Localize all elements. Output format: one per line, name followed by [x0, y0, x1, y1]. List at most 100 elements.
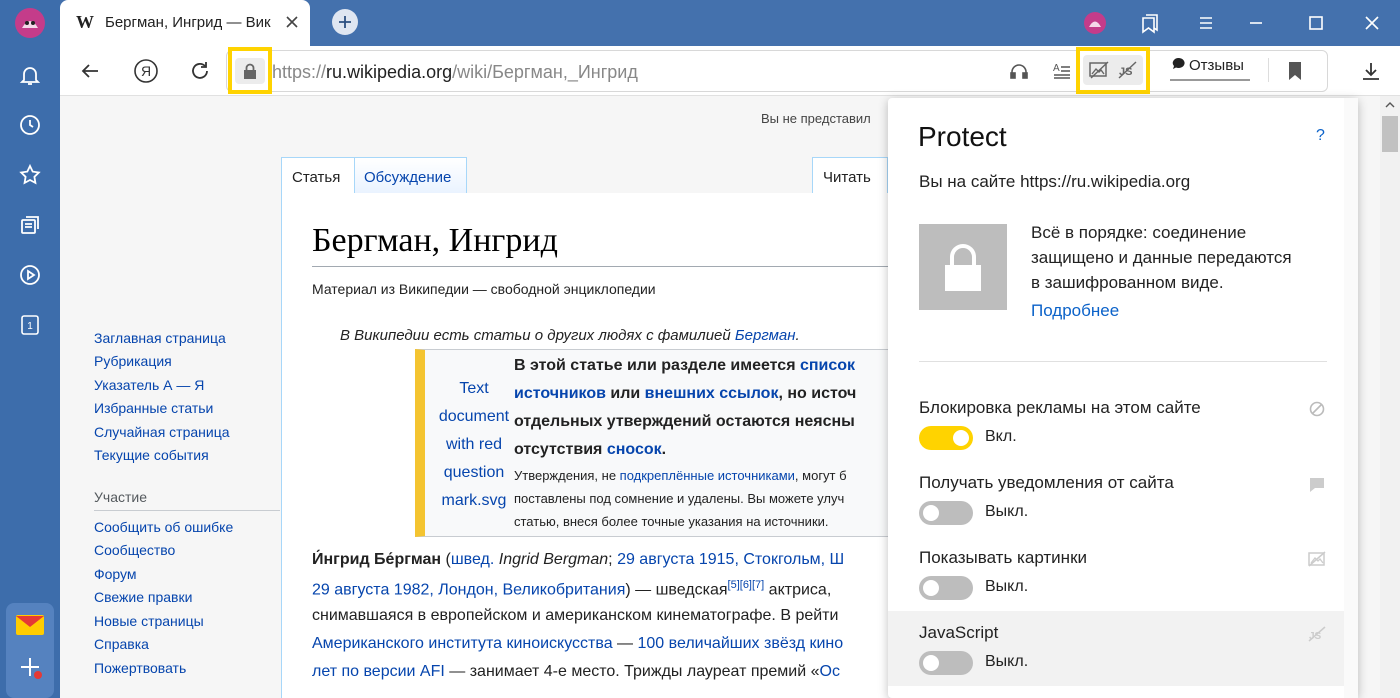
setting-notifications-label: Получать уведомления от сайта: [919, 473, 1174, 492]
mail-icon[interactable]: [15, 610, 45, 640]
tab-close-icon[interactable]: [282, 12, 302, 32]
tab-article[interactable]: Статья: [281, 157, 355, 194]
maximize-icon[interactable]: [1304, 11, 1328, 35]
body-link[interactable]: Лондон: [438, 581, 493, 598]
reload-icon[interactable]: [185, 56, 215, 86]
body-link[interactable]: Американского института киноискусства: [312, 635, 613, 652]
notice-small-2: поставлены под сомнение и удалены. Вы мо…: [514, 491, 845, 506]
history-clock-icon[interactable]: [15, 110, 45, 140]
notice-link[interactable]: сносок: [607, 441, 662, 458]
tab-discussion[interactable]: Обсуждение: [355, 157, 467, 194]
hatnote-link[interactable]: Бергман: [735, 327, 796, 344]
collections-icon[interactable]: [15, 210, 45, 240]
sidebar-link[interactable]: Пожертвовать: [94, 660, 186, 676]
setting-javascript-toggle[interactable]: [919, 651, 973, 675]
sidebar-link[interactable]: Избранные статьи: [94, 400, 213, 416]
bookmarks-panel-icon[interactable]: [1138, 11, 1162, 35]
reviews-button[interactable]: Отзывы: [1170, 55, 1250, 81]
favorites-star-icon[interactable]: [15, 160, 45, 190]
subject-name: И́нгрид Бе́ргман: [312, 551, 442, 568]
body-link[interactable]: 100 величайших звёзд кино: [637, 635, 843, 652]
sidebar-link[interactable]: Сообщество: [94, 542, 175, 558]
tab-strip: W Бергман, Ингрид — Вик: [60, 0, 1400, 46]
body-link[interactable]: Великобритания: [502, 581, 625, 598]
notice-small-1: Утверждения, не подкреплённые источникам…: [514, 468, 847, 483]
notice-alt-line: mark.svg: [441, 492, 507, 509]
tab-read[interactable]: Читать: [812, 157, 888, 194]
body-line-3: снимавшаяся в европейском и американском…: [312, 607, 839, 624]
notice-link[interactable]: подкреплённые источниками: [620, 468, 795, 483]
setting-images-toggle[interactable]: [919, 576, 973, 600]
page-title: Бергман, Ингрид: [312, 222, 558, 259]
image-icon: [1308, 551, 1326, 572]
sidebar-link[interactable]: Форум: [94, 566, 137, 582]
yandex-alice-avatar-icon[interactable]: [1083, 11, 1107, 35]
hatnote: В Википедии есть статьи о других людях с…: [340, 327, 800, 344]
references[interactable]: [5][6][7]: [728, 579, 765, 591]
address-url[interactable]: https://ru.wikipedia.org/wiki/Бергман,_И…: [272, 62, 638, 83]
tab-favicon: W: [76, 12, 94, 32]
sidebar-link[interactable]: Свежие правки: [94, 589, 192, 605]
body-link[interactable]: , Ш: [821, 551, 845, 568]
sidebar-link[interactable]: Текущие события: [94, 447, 209, 463]
add-panel-icon[interactable]: [15, 652, 45, 682]
notifications-bell-icon[interactable]: [15, 60, 45, 90]
body-text: актриса,: [764, 581, 832, 599]
tab-wikipedia[interactable]: W Бергман, Ингрид — Вик: [60, 0, 310, 46]
body-link[interactable]: лет по версии AFI: [312, 663, 445, 680]
setting-javascript-label: JavaScript: [919, 623, 999, 642]
reviews-label: Отзывы: [1189, 57, 1244, 74]
protect-divider: [919, 361, 1327, 362]
sidebar-link[interactable]: Случайная страница: [94, 424, 230, 440]
notice-image-alt[interactable]: Text document with red question mark.svg: [434, 375, 514, 515]
setting-javascript-state: Выкл.: [985, 653, 1029, 670]
tab-counter-icon[interactable]: 1: [15, 310, 45, 340]
bookmark-icon[interactable]: [1280, 56, 1310, 86]
close-window-icon[interactable]: [1360, 11, 1384, 35]
sidebar-link[interactable]: Рубрикация: [94, 353, 172, 369]
body-line-5: лет по версии AFI — занимает 4-е место. …: [312, 663, 840, 681]
setting-notifications-toggle[interactable]: [919, 501, 973, 525]
setting-ad-block-toggle[interactable]: [919, 426, 973, 450]
body-text: ,: [734, 551, 744, 568]
protect-help-link[interactable]: ?: [1316, 127, 1325, 145]
back-arrow-icon[interactable]: [75, 56, 105, 86]
url-scheme: https://: [272, 62, 327, 82]
sidebar-link[interactable]: Справка: [94, 636, 149, 652]
notice-text: , но источ: [778, 385, 857, 402]
body-text: (: [441, 551, 451, 568]
body-link[interactable]: Ос: [820, 663, 840, 680]
yandex-logo-icon[interactable]: Я: [131, 56, 161, 86]
notice-alt-line: question: [443, 464, 505, 481]
body-link[interactable]: швед.: [451, 551, 494, 568]
reader-mode-icon[interactable]: A: [1047, 56, 1077, 86]
video-play-icon[interactable]: [15, 260, 45, 290]
menu-hamburger-icon[interactable]: [1194, 11, 1218, 35]
sidebar-link[interactable]: Указатель А — Я: [94, 377, 204, 393]
headphones-icon[interactable]: [1004, 56, 1034, 86]
new-tab-button[interactable]: [332, 9, 358, 35]
popup-scrollbar[interactable]: [1344, 98, 1358, 698]
notice-link[interactable]: источников: [514, 385, 606, 402]
notice-link[interactable]: список: [800, 357, 855, 374]
protect-details-link[interactable]: Подробнее: [1031, 301, 1119, 321]
notice-alt-line: document: [438, 408, 510, 425]
sidebar-link[interactable]: Новые страницы: [94, 613, 204, 629]
body-text: —: [612, 635, 638, 652]
secure-lock-icon: [919, 224, 1007, 310]
downloads-icon[interactable]: [1356, 56, 1386, 86]
tab-read-label: Читать: [823, 169, 871, 186]
scrollbar-thumb[interactable]: [1382, 116, 1398, 152]
page-scrollbar[interactable]: [1380, 96, 1400, 698]
body-link[interactable]: 29 августа 1915: [617, 551, 734, 568]
minimize-icon[interactable]: [1244, 11, 1268, 35]
profile-avatar-icon[interactable]: [15, 8, 45, 38]
notice-link[interactable]: внешних ссылок: [645, 385, 779, 402]
body-link[interactable]: 29 августа 1982: [312, 581, 429, 598]
sidebar-link[interactable]: Сообщить об ошибке: [94, 519, 233, 535]
body-link[interactable]: Стокгольм: [743, 551, 820, 568]
protect-indicators[interactable]: JS: [1083, 55, 1143, 85]
setting-ad-block-label: Блокировка рекламы на этом сайте: [919, 398, 1201, 417]
sidebar-link[interactable]: Заглавная страница: [94, 330, 226, 346]
lock-icon[interactable]: [235, 58, 265, 84]
